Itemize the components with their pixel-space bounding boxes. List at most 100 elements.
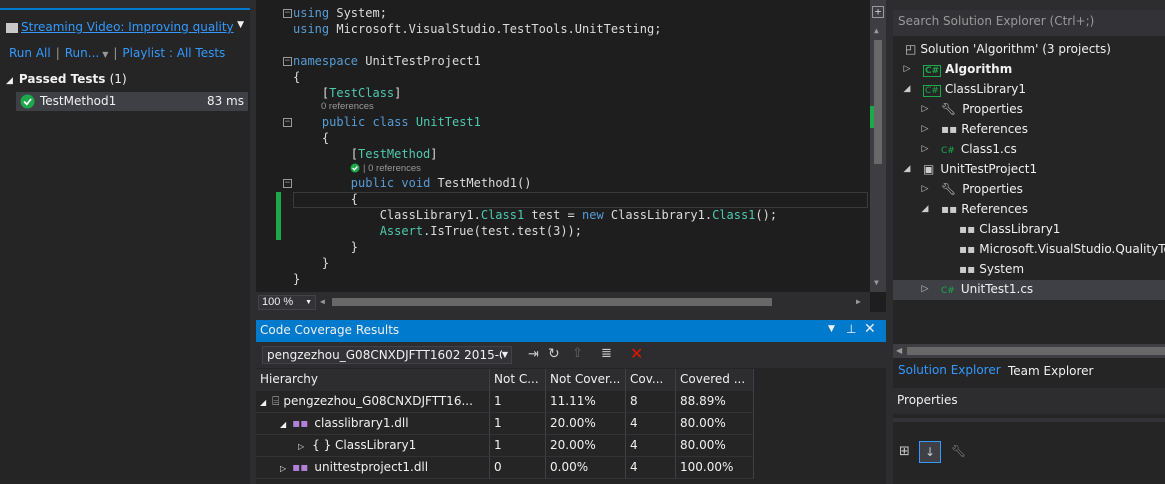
coverage-row[interactable]: ▷ ▪▪ unittestproject1.dll	[256, 457, 490, 479]
collapse-arrow-icon[interactable]: ◢	[920, 204, 930, 214]
row-not-covered-percent: 0.00%	[546, 457, 626, 479]
code-token: public	[321, 115, 366, 129]
collapse-arrow-icon[interactable]: ◢	[902, 164, 912, 174]
row-covered: 4	[626, 413, 676, 435]
code-token: {	[293, 70, 301, 84]
tree-item-properties[interactable]: 🔧︎ Properties	[941, 102, 1023, 116]
expand-arrow-icon[interactable]: ▷	[920, 104, 930, 114]
playlist-button[interactable]: Playlist : All Tests	[122, 46, 225, 60]
refresh-icon[interactable]: ↻	[548, 346, 560, 362]
scroll-left-icon[interactable]: ◀	[896, 346, 902, 355]
test-passed-icon[interactable]	[350, 163, 360, 173]
code-token: .IsTrue(test.test(3));	[423, 224, 583, 238]
expand-arrow-icon[interactable]: ▷	[920, 284, 930, 294]
editor-bottom-bar: 100 % ▼ ◀ ▶	[256, 292, 870, 312]
test-row[interactable]: TestMethod1 83 ms	[16, 92, 248, 111]
scroll-left-icon[interactable]: ◀	[320, 297, 325, 306]
solution-horizontal-scrollbar[interactable]: ◀	[893, 344, 1165, 358]
coloring-icon[interactable]: ≣	[601, 346, 612, 361]
code-line: {	[293, 192, 358, 207]
scroll-right-icon[interactable]: ▶	[856, 297, 861, 306]
playlist-link-row[interactable]: Streaming Video: Improving quality ▼	[6, 20, 246, 38]
expand-arrow-icon[interactable]: ▷	[902, 64, 912, 74]
project-classlibrary1[interactable]: C# ClassLibrary1	[923, 82, 1026, 97]
references-icon: ▪▪	[941, 202, 958, 216]
tab-solution-explorer[interactable]: Solution Explorer	[893, 360, 1003, 382]
run-all-button[interactable]: Run All	[9, 46, 51, 60]
scroll-up-icon[interactable]: ▲	[874, 26, 882, 35]
scroll-down-icon[interactable]: ▼	[874, 278, 882, 287]
solution-search-input[interactable]: Search Solution Explorer (Ctrl+;)	[893, 10, 1165, 36]
expand-arrow-icon[interactable]: ▷	[280, 464, 286, 473]
tree-item-class1[interactable]: C# Class1.cs	[941, 142, 1017, 156]
properties-title: Properties	[893, 388, 1165, 414]
tree-item-unittest1[interactable]: C# UnitTest1.cs	[941, 282, 1033, 296]
expand-arrow-icon[interactable]: ▷	[920, 124, 930, 134]
code-token: {	[293, 192, 359, 206]
scroll-thumb[interactable]	[907, 347, 1165, 355]
project-algorithm[interactable]: C# Algorithm	[923, 62, 1012, 77]
column-hierarchy[interactable]: Hierarchy	[256, 369, 490, 391]
chevron-down-icon[interactable]: ▼	[828, 324, 835, 334]
categorized-icon[interactable]: ⊞	[899, 444, 910, 459]
reference-item[interactable]: ▪▪ System	[959, 262, 1024, 276]
tree-item-references[interactable]: ▪▪ References	[941, 202, 1028, 216]
column-covered-percent[interactable]: Covered ...	[676, 369, 754, 391]
passed-tests-group[interactable]: ◢ Passed Tests (1)	[6, 72, 127, 86]
reference-icon: ▪▪	[959, 262, 976, 276]
zoom-select[interactable]: 100 % ▼	[258, 295, 316, 310]
reference-item[interactable]: ▪▪ ClassLibrary1	[959, 222, 1060, 236]
group-count: (1)	[109, 72, 127, 86]
wrench-icon[interactable]: 🔧︎	[951, 444, 966, 458]
expand-arrow-icon[interactable]: ◢	[6, 76, 13, 86]
collapse-icon[interactable]: −	[283, 179, 292, 188]
current-line-highlight	[293, 192, 868, 208]
chevron-down-icon[interactable]: ▼	[102, 50, 108, 59]
expand-arrow-icon[interactable]: ◢	[260, 398, 266, 407]
tree-label: Solution 'Algorithm' (3 projects)	[920, 42, 1111, 56]
column-not-covered-blocks[interactable]: Not C...	[490, 369, 546, 391]
remove-icon[interactable]: ✕	[630, 344, 643, 363]
scroll-thumb[interactable]	[874, 40, 882, 164]
expand-arrow-icon[interactable]: ▷	[298, 442, 304, 451]
collapse-icon[interactable]: −	[283, 57, 292, 66]
expand-arrow-icon[interactable]: ▷	[920, 184, 930, 194]
coverage-row[interactable]: ◢ ▪▪ classlibrary1.dll	[256, 413, 490, 435]
horizontal-scroll-thumb[interactable]	[332, 298, 772, 306]
import-icon[interactable]: ⇧	[572, 346, 583, 361]
tree-item-references[interactable]: ▪▪ References	[941, 122, 1028, 136]
tab-team-explorer[interactable]: Team Explorer	[1003, 362, 1099, 382]
codelens-references[interactable]: | 0 references	[363, 163, 421, 174]
close-icon[interactable]: ✕	[864, 321, 876, 337]
chevron-down-icon[interactable]: ▼	[237, 20, 244, 30]
coverage-row[interactable]: ▷ { } ClassLibrary1	[256, 435, 490, 457]
coverage-run-select[interactable]: pengzezhou_G08CNXDJFTT1602 2015-0 ▼	[262, 346, 512, 364]
code-token: }	[293, 272, 301, 286]
reference-item[interactable]: ▪▪Microsoft.VisualStudio.QualityTools.Un…	[959, 242, 1165, 256]
column-covered-blocks[interactable]: Cov...	[626, 369, 676, 391]
project-unittestproject1[interactable]: ▣ UnitTestProject1	[923, 162, 1037, 176]
expand-arrow-icon[interactable]: ◢	[280, 420, 286, 429]
code-editor[interactable]: using System; using Microsoft.VisualStud…	[256, 0, 886, 312]
assembly-icon: ▪▪	[292, 460, 309, 474]
code-token: ]	[430, 147, 438, 161]
export-icon[interactable]: ⇥	[528, 347, 539, 362]
streaming-video-link[interactable]: Streaming Video: Improving quality	[21, 20, 234, 34]
collapse-icon[interactable]: −	[283, 9, 292, 18]
pin-icon[interactable]: ⊥	[846, 322, 856, 336]
collapse-arrow-icon[interactable]: ◢	[902, 84, 912, 94]
code-token: Assert	[379, 224, 424, 238]
split-icon[interactable]: +	[872, 6, 884, 18]
expand-arrow-icon[interactable]: ▷	[920, 144, 930, 154]
editor-vertical-scrollbar[interactable]: + ▲ ▼	[870, 0, 886, 292]
code-area[interactable]: using System; using Microsoft.VisualStud…	[293, 0, 873, 292]
run-button[interactable]: Run...	[65, 46, 99, 60]
collapse-icon[interactable]: −	[283, 118, 292, 127]
tree-item-properties[interactable]: 🔧︎ Properties	[941, 182, 1023, 196]
coverage-row[interactable]: ◢ ⌸ pengzezhou_G08CNXDJFTT16...	[256, 391, 490, 413]
solution-node[interactable]: ◰ Solution 'Algorithm' (3 projects)	[905, 42, 1111, 56]
codelens-references[interactable]: 0 references	[321, 101, 374, 112]
alphabetical-icon[interactable]: ↓	[919, 441, 941, 463]
column-not-covered-percent[interactable]: Not Cover...	[546, 369, 626, 391]
